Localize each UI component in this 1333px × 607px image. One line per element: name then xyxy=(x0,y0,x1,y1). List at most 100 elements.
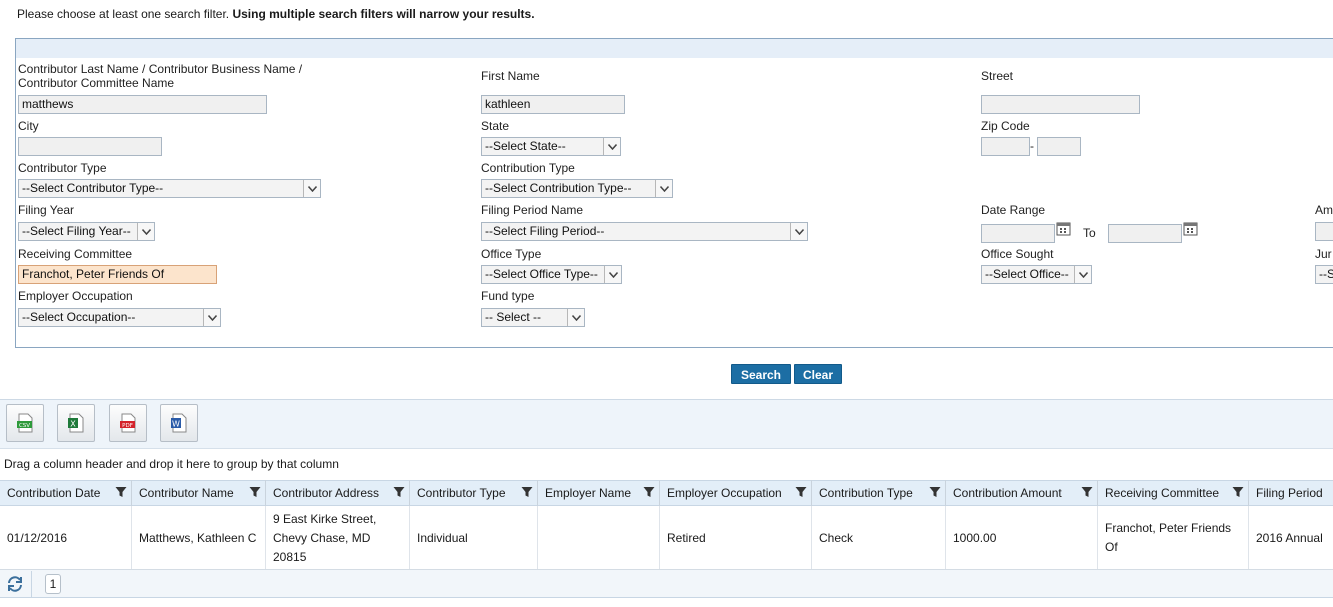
export-csv-button[interactable]: CSV xyxy=(6,404,44,442)
excel-export-icon: X xyxy=(68,413,84,433)
filter-icon[interactable] xyxy=(521,486,533,498)
filter-icon[interactable] xyxy=(643,486,655,498)
cell-contribution-date: 01/12/2016 xyxy=(0,506,132,570)
svg-text:W: W xyxy=(172,420,180,429)
filter-icon[interactable] xyxy=(1232,486,1244,498)
search-button[interactable]: Search xyxy=(731,364,791,384)
cell-contributor-name: Matthews, Kathleen C xyxy=(132,506,266,570)
chevron-down-icon xyxy=(137,223,154,240)
export-word-button[interactable]: W xyxy=(160,404,198,442)
filing-year-select[interactable]: --Select Filing Year-- xyxy=(18,222,155,241)
page-number-button[interactable]: 1 xyxy=(45,574,61,594)
word-export-icon: W xyxy=(171,413,187,433)
contribution-type-label: Contribution Type xyxy=(481,161,575,175)
chevron-down-icon xyxy=(603,138,620,155)
chevron-down-icon xyxy=(303,180,320,197)
receiving-committee-input[interactable]: Franchot, Peter Friends Of xyxy=(18,265,217,284)
state-select[interactable]: --Select State-- xyxy=(481,137,621,156)
column-header-employer-name[interactable]: Employer Name xyxy=(538,480,660,506)
pager-divider xyxy=(31,571,32,597)
column-header-receiving-committee[interactable]: Receiving Committee xyxy=(1098,480,1249,506)
street-input[interactable] xyxy=(981,95,1140,114)
cell-filing-period: 2016 Annual xyxy=(1256,530,1323,545)
export-pdf-button[interactable]: PDF xyxy=(109,404,147,442)
refresh-icon[interactable] xyxy=(6,575,24,593)
city-input[interactable] xyxy=(18,137,162,156)
contributor-type-label: Contributor Type xyxy=(18,161,107,175)
contributor-type-select[interactable]: --Select Contributor Type-- xyxy=(18,179,321,198)
calendar-icon[interactable] xyxy=(1056,221,1071,236)
column-header-contribution-date[interactable]: Contribution Date xyxy=(0,480,132,506)
date-from-input[interactable] xyxy=(981,224,1055,243)
employer-occupation-select[interactable]: --Select Occupation-- xyxy=(18,308,221,327)
office-sought-label: Office Sought xyxy=(981,247,1054,261)
chevron-down-icon xyxy=(790,223,807,240)
employer-occupation-label: Employer Occupation xyxy=(18,289,133,303)
export-toolbar xyxy=(0,399,1333,449)
pdf-export-icon: PDF xyxy=(120,413,136,433)
amount-input[interactable] xyxy=(1315,222,1333,241)
column-header-contribution-amount[interactable]: Contribution Amount xyxy=(946,480,1098,506)
cell-receiving-committee: Franchot, Peter Friends Of xyxy=(1098,506,1249,570)
cell-contribution-type: Check xyxy=(812,506,946,570)
column-header-contributor-name[interactable]: Contributor Name xyxy=(132,480,266,506)
office-type-label: Office Type xyxy=(481,247,542,261)
date-to-label: To xyxy=(1083,226,1096,240)
export-excel-button[interactable]: X xyxy=(57,404,95,442)
filter-icon[interactable] xyxy=(929,486,941,498)
cell-employer-occupation: Retired xyxy=(660,506,812,570)
contribution-type-select[interactable]: --Select Contribution Type-- xyxy=(481,179,673,198)
column-header-employer-occupation[interactable]: Employer Occupation xyxy=(660,480,812,506)
jurisdiction-select[interactable]: --S xyxy=(1315,265,1333,284)
date-to-input[interactable] xyxy=(1108,224,1182,243)
date-range-label: Date Range xyxy=(981,203,1046,217)
group-by-hint: Drag a column header and drop it here to… xyxy=(4,457,339,471)
cell-contributor-address: 9 East Kirke Street, Chevy Chase, MD 208… xyxy=(266,506,410,570)
filter-icon[interactable] xyxy=(795,486,807,498)
chevron-down-icon xyxy=(604,266,621,283)
cell-employer-name xyxy=(538,506,660,570)
filing-period-label: Filing Period Name xyxy=(481,203,584,217)
zip-code-input[interactable] xyxy=(981,137,1030,156)
contributor-name-input[interactable]: matthews xyxy=(18,95,267,114)
group-by-drop-zone[interactable]: Drag a column header and drop it here to… xyxy=(0,449,1333,480)
filter-panel-header xyxy=(16,39,1333,58)
column-header-contributor-type[interactable]: Contributor Type xyxy=(410,480,538,506)
zip-dash: - xyxy=(1030,139,1034,153)
fund-type-label: Fund type xyxy=(481,289,535,303)
svg-text:X: X xyxy=(70,420,76,429)
cell-contributor-type: Individual xyxy=(410,506,538,570)
office-sought-select[interactable]: --Select Office-- xyxy=(981,265,1092,284)
contributor-name-label: Contributor Last Name / Contributor Busi… xyxy=(18,62,303,90)
filing-year-label: Filing Year xyxy=(18,203,75,217)
filter-icon[interactable] xyxy=(249,486,261,498)
csv-export-icon: CSV xyxy=(17,413,33,433)
chevron-down-icon xyxy=(655,180,672,197)
first-name-input[interactable]: kathleen xyxy=(481,95,625,114)
chevron-down-icon xyxy=(1074,266,1091,283)
column-header-contribution-type[interactable]: Contribution Type xyxy=(812,480,946,506)
filter-icon[interactable] xyxy=(115,486,127,498)
city-label: City xyxy=(18,119,39,133)
cell-contribution-amount: 1000.00 xyxy=(946,506,1098,570)
filter-icon[interactable] xyxy=(1081,486,1093,498)
receiving-committee-label: Receiving Committee xyxy=(18,247,133,261)
zip-code-label: Zip Code xyxy=(981,119,1030,133)
filing-period-select[interactable]: --Select Filing Period-- xyxy=(481,222,808,241)
zip-extension-input[interactable] xyxy=(1037,137,1081,156)
filter-icon[interactable] xyxy=(393,486,405,498)
first-name-label: First Name xyxy=(481,69,540,83)
column-header-contributor-address[interactable]: Contributor Address xyxy=(266,480,410,506)
chevron-down-icon xyxy=(203,309,220,326)
instructions-text: Please choose at least one search filter… xyxy=(17,7,535,21)
svg-text:CSV: CSV xyxy=(19,423,30,429)
column-header-filing-period[interactable]: Filing Period xyxy=(1249,480,1333,506)
office-type-select[interactable]: --Select Office Type-- xyxy=(481,265,622,284)
chevron-down-icon xyxy=(567,309,584,326)
fund-type-select[interactable]: -- Select -- xyxy=(481,308,585,327)
clear-button[interactable]: Clear xyxy=(794,364,842,384)
jurisdiction-label: Jur xyxy=(1315,247,1332,261)
street-label: Street xyxy=(981,69,1014,83)
calendar-icon[interactable] xyxy=(1183,221,1198,236)
grid-pager xyxy=(0,570,1333,598)
